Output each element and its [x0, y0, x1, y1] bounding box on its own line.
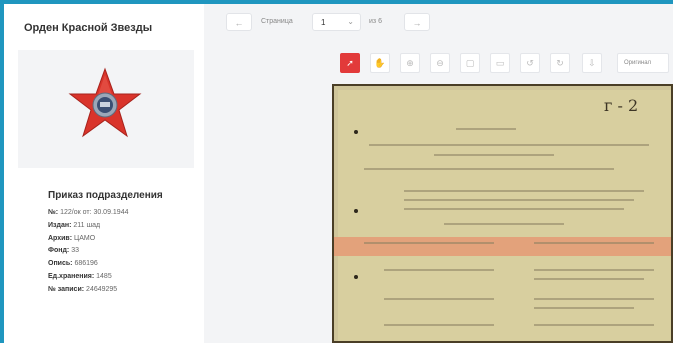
document-page-viewport[interactable]: г - 2: [332, 84, 673, 343]
text-line: [534, 269, 654, 271]
punch-hole: [354, 130, 358, 134]
info-value: 686196: [74, 260, 98, 268]
handwritten-mark: г - 2: [604, 96, 639, 115]
original-button[interactable]: Оригинал: [617, 53, 669, 73]
zoom-out-icon[interactable]: ⊖: [430, 53, 450, 73]
page-label: Страница: [261, 18, 293, 25]
document-info: Приказ подразделения №: 122/ок от: 30.09…: [48, 190, 198, 297]
rotate-right-icon[interactable]: ↻: [550, 53, 570, 73]
award-title: Орден Красной Звезды: [24, 22, 153, 34]
left-panel: Орден Красной Звезды Приказ подразделени…: [4, 4, 204, 343]
download-icon[interactable]: ⇩: [582, 53, 602, 73]
info-row-number: №: 122/ок от: 30.09.1944: [48, 207, 198, 220]
fit-width-icon[interactable]: ▭: [490, 53, 510, 73]
text-line: [384, 269, 494, 271]
text-line: [534, 278, 644, 280]
highlighted-row: [334, 237, 671, 256]
text-line: [534, 324, 654, 326]
info-row-issued: Издан: 211 шад: [48, 220, 198, 233]
text-line: [404, 199, 634, 201]
red-star-medal-image: [68, 67, 142, 138]
info-value: 33: [71, 247, 80, 255]
zoom-in-icon[interactable]: ⊕: [400, 53, 420, 73]
document-info-title: Приказ подразделения: [48, 190, 163, 201]
text-line: [456, 128, 516, 130]
fit-page-icon[interactable]: ▢: [460, 53, 480, 73]
page-count-label: из 6: [369, 18, 382, 25]
document-viewer-panel: ← Страница 1 ⌄ из 6 → ➚ ✋ ⊕ ⊖ ▢ ▭ ↺ ↻ ⇩ …: [204, 4, 673, 343]
info-label: № записи:: [48, 285, 85, 293]
text-line: [369, 144, 649, 146]
info-label: №:: [48, 209, 59, 216]
text-line: [534, 298, 654, 300]
info-row-fond: Фонд: 33: [48, 245, 198, 258]
text-line: [384, 324, 494, 326]
text-line: [404, 208, 624, 210]
next-page-button[interactable]: →: [404, 13, 430, 31]
chevron-down-icon: ⌄: [347, 17, 354, 26]
rotate-left-icon[interactable]: ↺: [520, 53, 540, 73]
punch-hole: [354, 275, 358, 279]
text-line: [404, 190, 644, 192]
info-label: Архив:: [48, 234, 73, 242]
info-value: 211 шад: [73, 221, 101, 229]
page-select-value: 1: [321, 18, 326, 27]
info-label: Ед.хранения:: [48, 272, 95, 280]
medal-image-container: [18, 50, 194, 168]
info-value: 24649295: [86, 285, 118, 293]
cursor-icon[interactable]: ➚: [340, 53, 360, 73]
info-label: Опись:: [48, 260, 73, 268]
info-row-storage-unit: Ед.хранения: 1485: [48, 271, 198, 284]
info-label: Издан:: [48, 221, 72, 229]
text-line: [534, 307, 634, 309]
document-scan-image: г - 2: [332, 84, 673, 343]
text-line: [534, 242, 654, 244]
info-value: 1485: [96, 272, 112, 280]
prev-page-button[interactable]: ←: [226, 13, 252, 31]
text-line: [444, 223, 564, 225]
text-line: [364, 168, 614, 170]
hand-icon[interactable]: ✋: [370, 53, 390, 73]
punch-hole: [354, 209, 358, 213]
info-row-archive: Архив: ЦАМО: [48, 233, 198, 246]
text-line: [384, 298, 494, 300]
info-row-record-number: № записи: 24649295: [48, 284, 198, 297]
page-select[interactable]: 1 ⌄: [312, 13, 361, 31]
text-line: [434, 154, 554, 156]
info-value: ЦАМО: [74, 234, 96, 242]
info-row-inventory: Опись: 686196: [48, 258, 198, 271]
text-line: [364, 242, 494, 244]
info-label: Фонд:: [48, 247, 70, 255]
info-value: 122/ок от: 30.09.1944: [60, 209, 129, 216]
